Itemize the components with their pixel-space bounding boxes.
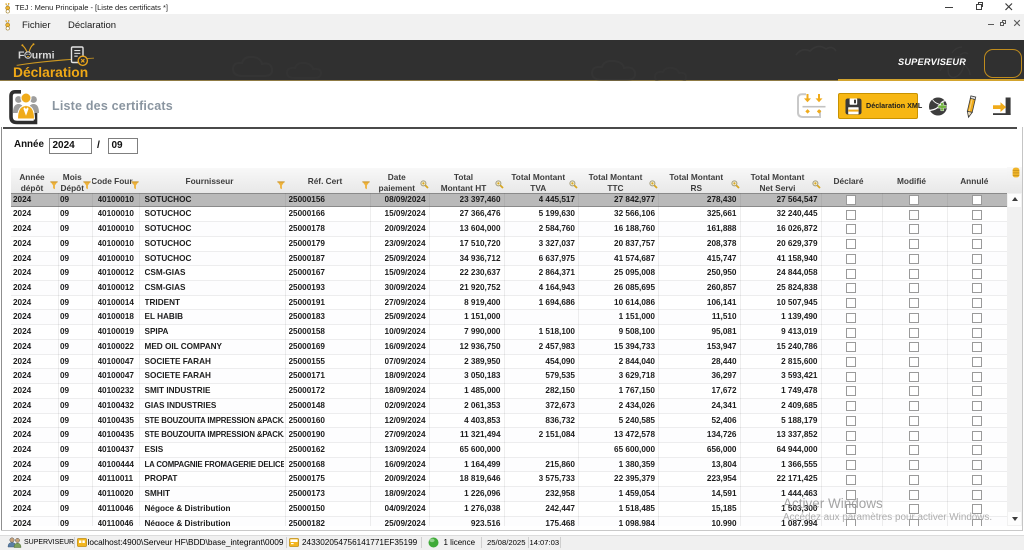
svg-text:urmi: urmi bbox=[32, 50, 55, 62]
svg-text:Déclaration: Déclaration bbox=[13, 65, 88, 80]
svg-text:F: F bbox=[18, 50, 25, 62]
